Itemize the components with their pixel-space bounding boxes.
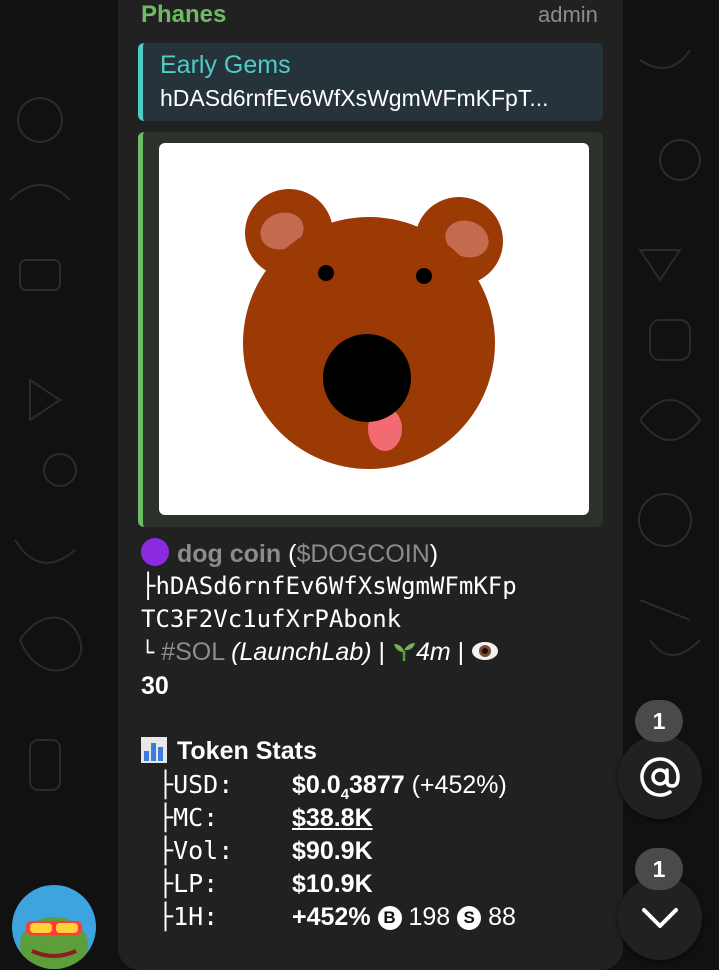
- stat-row-usd: ├USD: $0.043877 (+452%): [158, 770, 507, 803]
- price-digits: 3877: [349, 771, 405, 799]
- link-preview[interactable]: [138, 132, 603, 527]
- sender-avatar[interactable]: [12, 885, 96, 969]
- price-prefix: $0.0: [292, 771, 341, 799]
- tree-branch-icon: ├: [158, 836, 174, 865]
- tree-branch-icon: ├: [158, 902, 174, 931]
- mentions-button[interactable]: [618, 735, 702, 819]
- stat-row-1h: ├1H: +452% B 198 S 88: [158, 902, 516, 932]
- stat-key: Vol:: [173, 836, 234, 865]
- ticker-close: ): [429, 540, 439, 568]
- usd-price: $0.043877: [292, 771, 405, 803]
- reply-text: hDASd6rnfEv6WfXsWgmWFmKFpT...: [160, 85, 549, 111]
- sender-role: admin: [538, 2, 598, 27]
- stat-row-vol: ├Vol: $90.9K: [158, 836, 373, 866]
- seedling-icon: [393, 643, 415, 661]
- tree-branch-icon: ├: [158, 803, 174, 832]
- separator: |: [378, 638, 386, 666]
- token-name-line: dog coin ($DOGCOIN): [141, 538, 438, 569]
- buys-icon: B: [377, 906, 402, 930]
- reply-quote[interactable]: Early Gems hDASd6rnfEv6WfXsWgmWFmKFpT...: [138, 43, 603, 121]
- unread-count-badge: 1: [635, 848, 683, 890]
- token-address-line1[interactable]: ├hDASd6rnfEv6WfXsWgmWFmKFp: [141, 572, 517, 600]
- sells-count: 88: [488, 903, 516, 931]
- token-address-line2[interactable]: TC3F2Vc1ufXrPAbonk: [141, 605, 401, 633]
- sells-icon: S: [457, 906, 482, 930]
- token-age: 4m: [415, 638, 451, 666]
- mentions-count-badge: 1: [635, 700, 683, 742]
- change-1h: +452%: [292, 903, 371, 931]
- market-cap-link[interactable]: $38.8K: [292, 804, 373, 832]
- at-icon: [640, 757, 680, 797]
- eye-icon: [472, 642, 499, 660]
- platform-label: (LaunchLab): [231, 638, 372, 666]
- bear-illustration: [243, 189, 503, 469]
- bar-chart-icon: [141, 737, 167, 763]
- separator: |: [457, 638, 465, 666]
- stats-heading: Token Stats: [141, 737, 317, 766]
- stat-key: MC:: [173, 803, 219, 832]
- chain-hashtag[interactable]: #SOL: [161, 638, 224, 666]
- token-name: dog coin: [177, 540, 282, 568]
- token-meta-line: └ #SOL (LaunchLab) | 4m |: [141, 638, 499, 667]
- pepe-avatar-icon: [20, 917, 88, 969]
- meta-branch: └: [141, 641, 155, 666]
- stat-key: USD:: [173, 770, 234, 799]
- stat-row-lp: ├LP: $10.9K: [158, 869, 373, 899]
- token-ticker: $DOGCOIN: [296, 540, 430, 568]
- view-count: 30: [141, 672, 169, 700]
- volume-value: $90.9K: [292, 837, 373, 865]
- reply-title: Early Gems: [160, 51, 291, 79]
- buys-count: 198: [408, 903, 451, 931]
- stat-key: 1H:: [173, 902, 219, 931]
- stat-key: LP:: [173, 869, 219, 898]
- price-zeros: 4: [340, 786, 350, 803]
- chevron-down-icon: [642, 908, 678, 928]
- liquidity-value: $10.9K: [292, 870, 373, 898]
- purple-circle-icon: [141, 538, 169, 566]
- price-change: (+452%): [411, 771, 507, 799]
- token-image[interactable]: [159, 143, 589, 515]
- sender-name[interactable]: Phanes: [141, 1, 226, 29]
- stat-row-mc: ├MC: $38.8K: [158, 803, 373, 833]
- stats-title: Token Stats: [177, 737, 317, 765]
- tree-branch-icon: ├: [158, 770, 174, 799]
- tree-branch-icon: ├: [158, 869, 174, 898]
